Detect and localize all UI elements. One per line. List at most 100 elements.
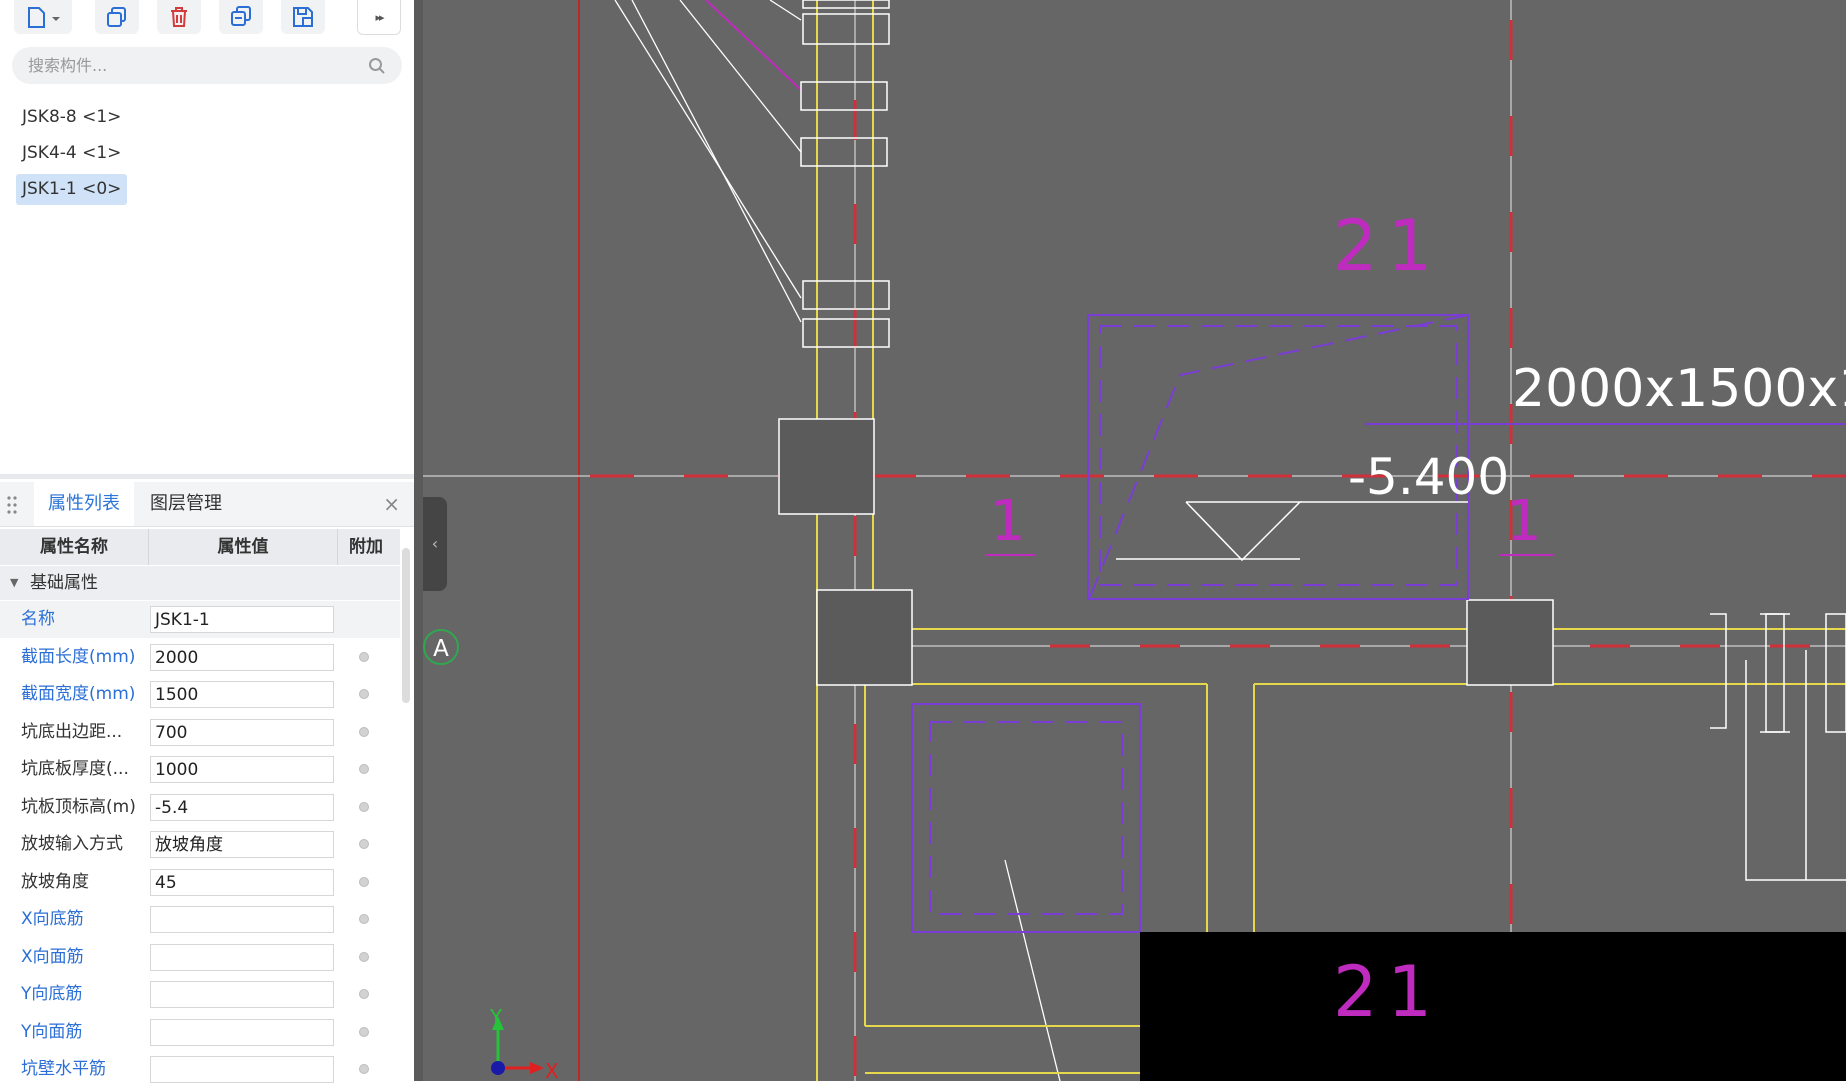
close-icon[interactable]: × [383,482,400,526]
drawing[interactable]: A 21 21 1 1 -5.400 2000x1500x1200( Y X [423,0,1846,1081]
copy-button[interactable] [95,0,139,34]
attach-checkbox[interactable] [359,1064,369,1074]
dimension-label: 2000x1500x1200( [1512,359,1846,419]
column-block-3[interactable] [1466,599,1554,686]
delete-icon [171,7,187,27]
elevation-symbol [1116,501,1468,562]
property-value-field[interactable]: 45 [150,868,334,896]
column-block-2[interactable] [816,589,913,686]
ucs-x-label: X [545,1059,559,1081]
property-value-field[interactable] [150,1056,334,1083]
property-value-field[interactable]: JSK1-1 [150,606,334,633]
property-grid-header: 属性名称 属性值 附加 [0,529,400,565]
property-value-field[interactable]: 1500 [150,681,334,708]
group-label: 基础属性 [30,573,98,593]
pit-jsk-small[interactable] [911,703,1141,933]
property-value-field[interactable]: 放坡角度 [150,831,334,858]
filled-region [1140,932,1846,1081]
layer-copy-button[interactable] [219,0,263,34]
tab-property-list[interactable]: 属性列表 [34,482,134,526]
property-name: Y向底筋 [21,984,83,1004]
tab-layer-management[interactable]: 图层管理 [136,482,236,526]
attach-checkbox[interactable] [359,764,369,774]
left-panel: ▸▸ JSK8-8 <1> JSK4-4 <1> JSK1-1 <0> 属性列表 图… [0,0,415,1083]
component-list-item[interactable]: JSK8-8 <1> [16,102,127,133]
panel-splitter[interactable] [0,474,414,479]
magenta-leader [705,0,802,91]
property-row: Y向底筋 [0,976,400,1013]
copy-icon [107,7,126,27]
column-property-name: 属性名称 [0,529,149,565]
search-icon[interactable] [368,57,386,75]
property-value-field[interactable] [150,906,334,933]
property-value-field[interactable]: 700 [150,718,334,746]
property-row: 名称 JSK1-1 [0,601,400,638]
property-value-field[interactable]: -5.4 [150,793,334,821]
property-row: 坑壁水平筋 [0,1051,400,1088]
property-value-field[interactable] [150,981,334,1008]
column-block-1[interactable] [778,418,875,515]
attach-checkbox[interactable] [359,1026,369,1037]
property-value-field[interactable] [150,943,334,971]
more-arrows-icon: ▸▸ [375,10,384,24]
property-row: Y向面筋 [0,1014,400,1051]
delete-button[interactable] [157,0,201,34]
section-mark-right: 1 [1506,489,1542,554]
property-name: 放坡角度 [21,871,89,892]
property-value-field[interactable]: 2000 [150,643,334,671]
property-row: X向底筋 [0,901,400,938]
section-mark-left: 1 [990,489,1026,554]
property-row: 截面宽度(mm) 1500 [0,676,400,713]
property-name: X向底筋 [21,909,84,929]
canvas-divider [414,0,423,1081]
property-value-field[interactable]: 1000 [150,756,334,783]
attach-checkbox[interactable] [359,726,369,737]
cad-canvas[interactable]: A 21 21 1 1 -5.400 2000x1500x1200( Y X [423,0,1846,1081]
property-row: X向面筋 [0,939,400,976]
attach-checkbox[interactable] [359,951,369,962]
property-name: 坑壁水平筋 [21,1059,106,1079]
section-label-bottom: 21 [1333,951,1442,1033]
column-attach: 附加 [349,537,383,557]
section-label-top: 21 [1333,205,1442,287]
group-basic-properties[interactable]: ▼ 基础属性 [0,566,400,600]
attach-checkbox[interactable] [359,989,369,999]
property-name: Y向面筋 [21,1021,83,1042]
component-list-item[interactable]: JSK1-1 <0> [16,174,128,205]
property-row: 坑底板厚度(... 1000 [0,751,400,788]
property-name: 坑底出边距... [21,721,123,742]
save-template-icon [293,7,313,27]
axis-label: A [433,636,449,662]
collapse-caret-icon[interactable]: ▼ [10,566,18,600]
property-row: 放坡角度 45 [0,864,400,901]
property-name: 坑板顶标高(m) [21,796,136,817]
attach-checkbox[interactable] [359,876,369,887]
ucs-y-label: Y [489,1005,503,1029]
property-scrollbar[interactable] [402,548,410,703]
attach-checkbox[interactable] [359,914,369,924]
property-name: X向面筋 [21,946,84,967]
save-template-button[interactable] [281,0,325,34]
attach-checkbox[interactable] [359,801,369,812]
search-box [12,47,402,84]
more-tools-button[interactable]: ▸▸ [357,0,401,35]
property-name: 截面宽度(mm) [21,684,136,704]
elevation-label: -5.400 [1348,448,1509,506]
attach-checkbox[interactable] [359,651,369,662]
attach-checkbox[interactable] [359,689,369,699]
property-row: 截面长度(mm) 2000 [0,639,400,676]
component-list-item[interactable]: JSK4-4 <1> [16,138,127,169]
collapse-panel-button[interactable]: ‹ [423,497,447,591]
property-name: 名称 [21,609,55,629]
property-panel-tabs: 属性列表 图层管理 × [0,482,414,527]
attach-checkbox[interactable] [359,839,369,849]
property-row: 放坡输入方式 放坡角度 [0,826,400,863]
property-row: 坑板顶标高(m) -5.4 [0,789,400,826]
property-name: 坑底板厚度(... [21,759,129,779]
drag-handle-icon[interactable] [6,494,18,516]
search-input[interactable] [28,47,358,84]
walls [816,0,1846,1081]
new-component-button[interactable] [14,0,72,34]
property-value-field[interactable] [150,1018,334,1046]
property-name: 截面长度(mm) [21,646,136,667]
